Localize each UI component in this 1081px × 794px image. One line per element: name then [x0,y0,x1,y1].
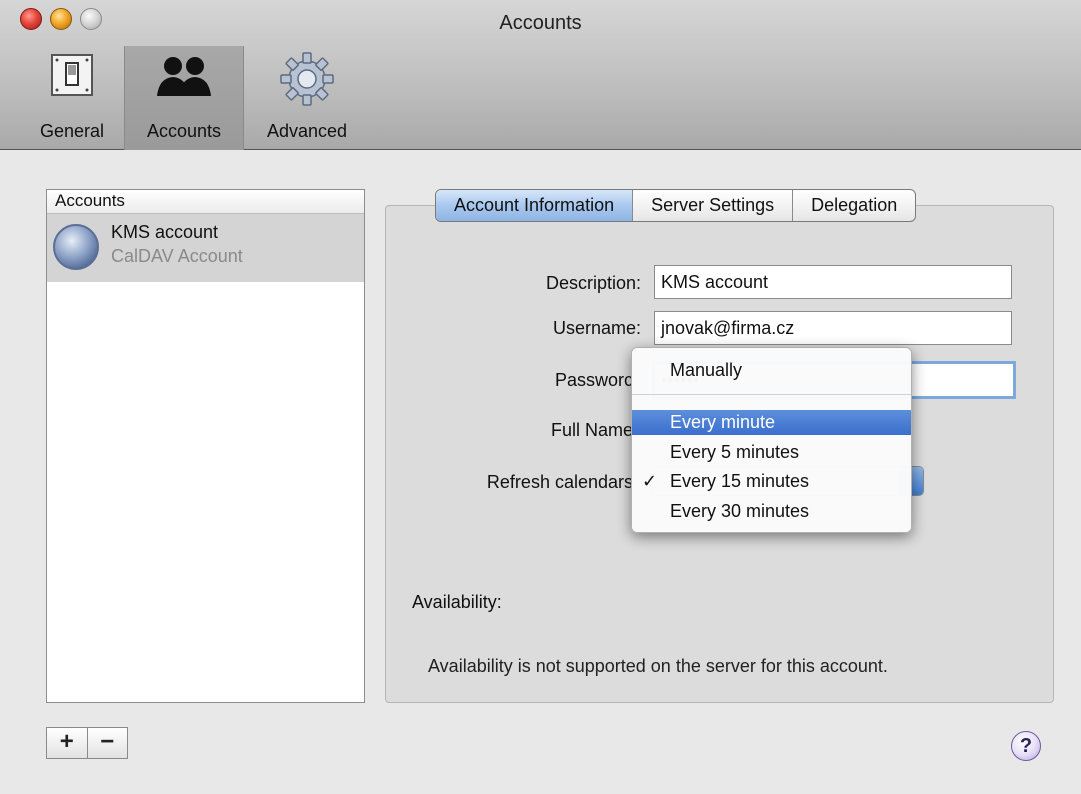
menu-item-label: Every 15 minutes [670,471,810,491]
username-field[interactable]: jnovak@firma.cz [654,311,1012,345]
tab-server-settings[interactable]: Server Settings [632,190,792,221]
people-icon [149,52,219,107]
light-switch-icon [49,52,95,103]
checkmark-icon: ✓ [642,471,658,491]
tab-account-information[interactable]: Account Information [436,190,633,221]
window-title: Accounts [499,12,582,34]
menu-item-every-5-minutes[interactable]: Every 5 minutes [632,440,911,465]
toolbar-label-advanced: Advanced [266,121,348,141]
password-label: Passworc [554,370,633,390]
gear-icon [280,52,334,111]
refresh-menu: Manually Every minute Every 5 minutes ✓ … [631,347,912,533]
full-name-label: Full Name [550,420,633,440]
toolbar-item-accounts[interactable]: Accounts [124,46,244,150]
toolbar-label-accounts: Accounts [146,121,222,141]
description-field[interactable]: KMS account [654,265,1012,299]
help-button[interactable]: ? [1011,731,1041,761]
toolbar-label-general: General [39,121,105,141]
remove-account-button[interactable]: − [86,728,128,758]
account-name: KMS account [111,222,219,242]
menu-item-manually[interactable]: Manually [632,358,911,383]
menu-separator [632,394,911,395]
tab-bar: Account Information Server Settings Dele… [435,189,917,222]
availability-title: Availability: [412,592,502,612]
accounts-list[interactable]: Accounts KMS account CalDAV Account [46,189,365,703]
list-item[interactable]: KMS account CalDAV Account [47,214,364,282]
username-label: Username: [552,318,641,338]
toolbar-item-advanced[interactable]: Advanced [252,46,362,150]
account-type: CalDAV Account [111,246,243,266]
menu-item-every-30-minutes[interactable]: Every 30 minutes [632,499,911,524]
refresh-calendars-label: Refresh calendars [486,472,633,492]
menu-item-every-minute[interactable]: Every minute [632,410,911,435]
accounts-list-header: Accounts [47,190,364,214]
menu-item-every-15-minutes[interactable]: ✓ Every 15 minutes [632,469,911,494]
description-label: Description: [545,273,641,293]
globe-icon [53,224,99,270]
tab-delegation[interactable]: Delegation [792,190,915,221]
add-remove-buttons: + − [46,727,128,759]
availability-message: Availability is not supported on the ser… [428,656,888,676]
window-toolbar: Accounts General Accounts Advanced [0,0,1081,150]
toolbar-item-general[interactable]: General [26,46,118,150]
add-account-button[interactable]: + [47,728,87,758]
